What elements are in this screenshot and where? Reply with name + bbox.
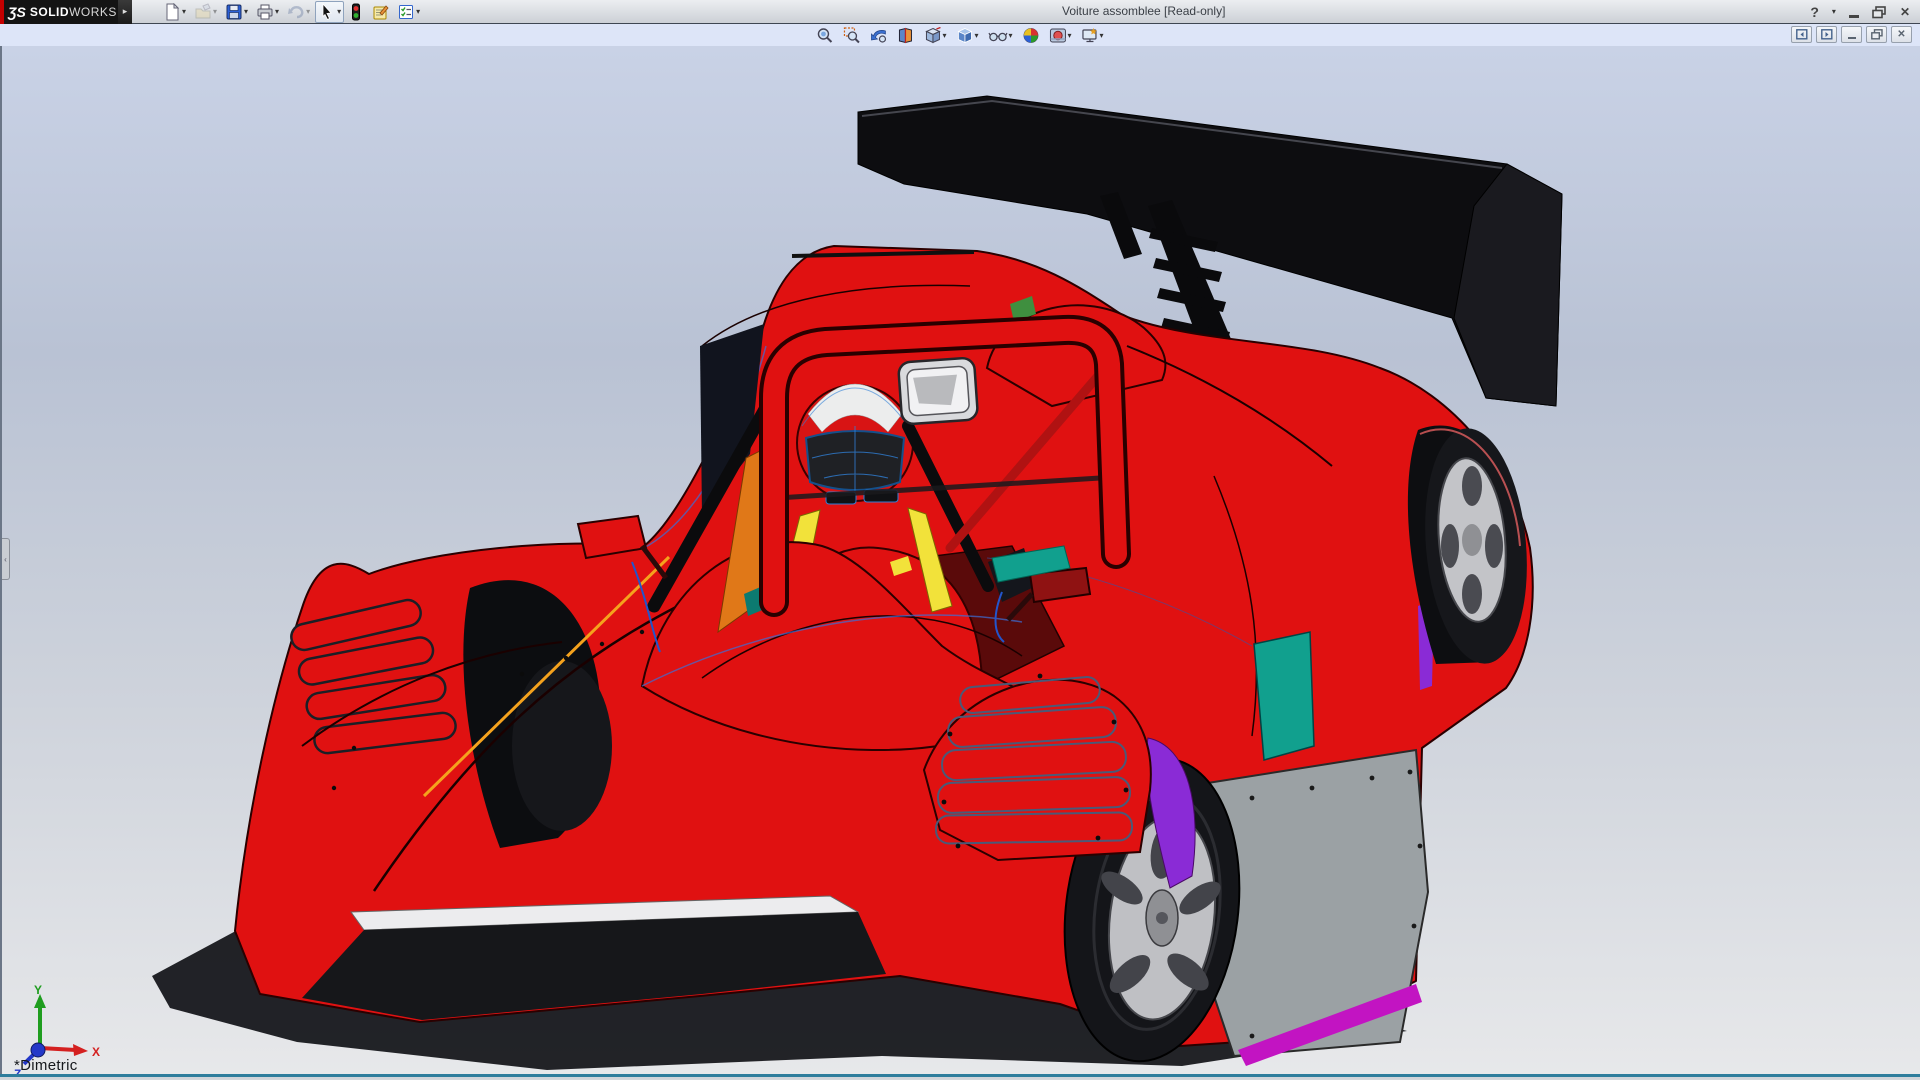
view-orientation-icon <box>924 27 941 44</box>
apply-scene-icon <box>1050 27 1067 44</box>
view-orientation-button[interactable]: ▾ <box>921 25 949 46</box>
select-tool-button[interactable]: ▾ <box>315 1 344 23</box>
hide-show-items-icon <box>988 27 1007 44</box>
restore-button[interactable] <box>1872 6 1887 19</box>
graphics-viewport[interactable]: Y X Z ‹ *Dimetric <box>0 46 1920 1074</box>
minimize-button[interactable] <box>1849 15 1859 18</box>
brand-solid: SOLID <box>30 5 69 19</box>
rebuild-stoplight-icon <box>349 3 363 21</box>
zoom-to-area-icon <box>843 27 860 44</box>
edit-appearance-button[interactable] <box>1020 25 1043 46</box>
undo-icon <box>287 3 305 21</box>
apply-scene-button[interactable]: ▾ <box>1047 25 1075 46</box>
3ds-logo-icon: ƷS <box>8 4 26 20</box>
view-orientation-label: *Dimetric <box>14 1057 78 1074</box>
document-minimize-button[interactable] <box>1841 26 1862 43</box>
view-settings-icon <box>1082 27 1099 44</box>
document-restore-button[interactable] <box>1866 26 1887 43</box>
undo-button[interactable]: ▾ <box>284 1 313 23</box>
featuremanager-splitter-tab[interactable]: ‹ <box>2 538 10 580</box>
zoom-to-fit-button[interactable] <box>813 25 836 46</box>
menubar-toolbar: ▾ ▾ ▾ ▾ ▾ <box>160 1 423 23</box>
headsup-band: ▾ ▾ ▾ <box>0 24 1920 46</box>
svg-text:Y: Y <box>34 983 42 997</box>
save-floppy-icon <box>225 3 243 21</box>
status-bar-sliver <box>0 1077 1920 1079</box>
close-button[interactable]: ✕ <box>1900 0 1910 24</box>
open-document-button[interactable]: ▾ <box>191 1 220 23</box>
tile-right-button[interactable] <box>1816 26 1837 43</box>
new-document-button[interactable]: ▾ <box>160 1 189 23</box>
window-title: Voiture assomblee [Read-only] <box>1062 4 1225 18</box>
tile-left-button[interactable] <box>1791 26 1812 43</box>
headsup-view-toolbar: ▾ ▾ ▾ <box>813 25 1106 46</box>
hide-show-items-button[interactable]: ▾ <box>985 25 1015 46</box>
zoom-to-area-button[interactable] <box>840 25 863 46</box>
options-list-icon <box>397 3 415 21</box>
section-view-icon <box>897 27 914 44</box>
display-style-icon <box>956 27 973 44</box>
file-properties-button[interactable] <box>368 1 392 23</box>
help-button[interactable]: ? <box>1810 0 1819 24</box>
car-model-canvas[interactable]: Y X Z <box>2 46 1920 1074</box>
new-document-icon <box>163 3 181 21</box>
document-window-controls: ✕ <box>1791 26 1912 43</box>
section-view-button[interactable] <box>894 25 917 46</box>
window-controls: ? ▾ ✕ <box>1810 0 1910 24</box>
solidworks-logo: ƷS SOLIDWORKS <box>0 0 118 24</box>
print-icon <box>256 3 274 21</box>
save-button[interactable]: ▾ <box>222 1 251 23</box>
brand-works: WORKS <box>69 5 117 19</box>
titlebar: ƷS SOLIDWORKS ▸ ▾ ▾ ▾ <box>0 0 1920 24</box>
help-caret[interactable]: ▾ <box>1832 8 1836 16</box>
display-style-button[interactable]: ▾ <box>953 25 981 46</box>
open-folder-icon <box>194 3 212 21</box>
edit-appearance-icon <box>1023 27 1040 44</box>
side-duct-teal <box>1254 632 1314 760</box>
print-button[interactable]: ▾ <box>253 1 282 23</box>
options-button[interactable]: ▾ <box>394 1 423 23</box>
zoom-to-fit-icon <box>816 27 833 44</box>
select-arrow-icon <box>318 3 336 21</box>
file-properties-icon <box>371 3 389 21</box>
tile-left-icon <box>1796 29 1808 40</box>
previous-view-icon <box>870 27 887 44</box>
intake-box <box>898 357 978 424</box>
view-settings-button[interactable]: ▾ <box>1079 25 1107 46</box>
document-restore-icon <box>1871 29 1883 40</box>
menu-flyout-arrow[interactable]: ▸ <box>118 0 132 24</box>
rebuild-button[interactable] <box>346 1 366 23</box>
document-close-button[interactable]: ✕ <box>1891 26 1912 43</box>
svg-text:X: X <box>92 1045 100 1059</box>
tile-right-icon <box>1821 29 1833 40</box>
previous-view-button[interactable] <box>867 25 890 46</box>
